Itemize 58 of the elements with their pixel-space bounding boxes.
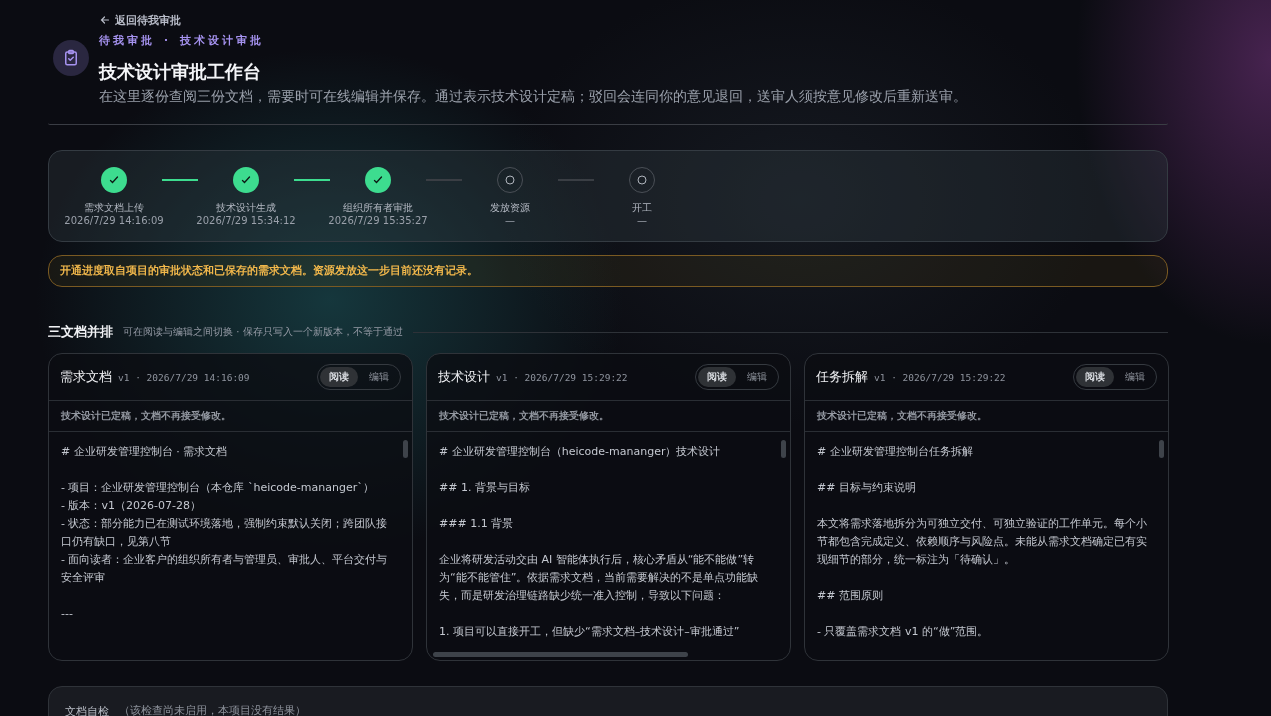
breadcrumb-separator: · (164, 34, 171, 48)
step-time: — (637, 215, 647, 226)
document-version: v1 · 2026/7/29 15:29:22 (496, 371, 628, 383)
document-line: - 项目：企业研发管理控制台（本仓库 `heicode-mananger`） (61, 480, 375, 496)
document-line: - 状态：部分能力已在测试环境落地，强制约束默认关闭；跨团队接口仍有缺口，见第八节 (61, 516, 389, 550)
step-label: 技术设计生成 (216, 201, 276, 215)
document-line: # 企业研发管理控制台 · 需求文档 (61, 444, 229, 460)
document-line: ## 目标与约束说明 (817, 480, 917, 496)
document-line: ## 范围原则 (817, 588, 884, 604)
scrollbar-thumb[interactable] (403, 440, 408, 458)
document-title: 技术设计 (438, 368, 490, 386)
step-time: — (505, 215, 515, 226)
mode-tab[interactable]: 编辑 (360, 367, 398, 387)
document-line: ### 1.1 背景 (439, 516, 515, 532)
page-description: 在这里逐份查阅三份文档，需要时可在线编辑并保存。通过表示技术设计定稿；驳回会连同你的意见退回，送审人须按意见修改后重新送审。 (99, 88, 967, 106)
clipboard-check-icon (53, 40, 89, 76)
back-link[interactable]: 返回待我审批 (99, 12, 967, 28)
step-label: 发放资源 (490, 201, 530, 215)
document-line: - 只覆盖需求文档 v1 的“做”范围。 (817, 624, 990, 640)
lock-notice: 技术设计已定稿，文档不再接受修改。 (805, 401, 1168, 432)
document-line: 1. 项目可以直接开工，但缺少“需求文档–技术设计–审批通过” (439, 624, 741, 640)
breadcrumb-item[interactable]: 待我审批 (99, 34, 155, 48)
document-version: v1 · 2026/7/29 15:29:22 (874, 371, 1006, 383)
page-title: 技术设计审批工作台 (99, 60, 262, 84)
document-line: # 企业研发管理控制台任务拆解 (817, 444, 974, 460)
document-line: # 企业研发管理控制台（heicode-mananger）技术设计 (439, 444, 722, 460)
mode-tab[interactable]: 阅读 (320, 367, 358, 387)
section-hint: 可在阅读与编辑之间切换 · 保存只写入一个新版本，不等于通过 (123, 325, 403, 339)
document-line: --- (61, 606, 74, 622)
panel-title: 文档自检 (65, 704, 109, 716)
lock-notice: 技术设计已定稿，文档不再接受修改。 (49, 401, 412, 432)
document-line: - 面向读者：企业客户的组织所有者与管理员、审批人、平台交付与安全评审 (61, 552, 389, 586)
mode-tab[interactable]: 编辑 (1116, 367, 1154, 387)
step-time: 2026/7/29 14:16:09 (64, 215, 164, 226)
document-line: 企业将研发活动交由 AI 智能体执行后，核心矛盾从“能不能做”转为“能不能管住”。依据需求文档，当前需要解决的不是单点功能缺失，而是研发治理链路缺少统一准入控制，导致以下问题： (439, 552, 760, 604)
document-line: - 版本：v1（2026-07-28） (61, 498, 202, 514)
mode-tab[interactable]: 阅读 (1076, 367, 1114, 387)
mode-tab[interactable]: 阅读 (698, 367, 736, 387)
scrollbar-thumb[interactable] (433, 652, 688, 657)
document-line: ## 1. 背景与目标 (439, 480, 531, 496)
step-time: 2026/7/29 15:34:12 (196, 215, 296, 226)
document-version: v1 · 2026/7/29 14:16:09 (118, 371, 250, 383)
step-label: 需求文档上传 (84, 201, 144, 215)
mode-tab[interactable]: 编辑 (738, 367, 776, 387)
section-title: 三文档并排 (48, 323, 113, 341)
step-label: 开工 (632, 201, 652, 215)
scrollbar-thumb[interactable] (781, 440, 786, 458)
step-time: 2026/7/29 15:35:27 (328, 215, 428, 226)
lock-notice: 技术设计已定稿，文档不再接受修改。 (427, 401, 790, 432)
document-title: 任务拆解 (816, 368, 868, 386)
document-title: 需求文档 (60, 368, 112, 386)
info-banner: 开通进度取自项目的审批状态和已保存的需求文档。资源发放这一步目前还没有记录。 (48, 255, 1168, 287)
document-line: 本文将需求落地拆分为可独立交付、可独立验证的工作单元。每个小节都包含完成定义、依赖顺序与风险点。未能从需求文档确定已有实现细节的部分，统一标注为「待确认」。 (817, 516, 1148, 568)
breadcrumb-item[interactable]: 技术设计审批 (180, 34, 264, 48)
step-label: 组织所有者审批 (343, 201, 413, 215)
panel-note: （该检查尚未启用，本项目没有结果） (119, 704, 306, 716)
scrollbar-thumb[interactable] (1159, 440, 1164, 458)
back-arrow-icon (99, 14, 111, 26)
